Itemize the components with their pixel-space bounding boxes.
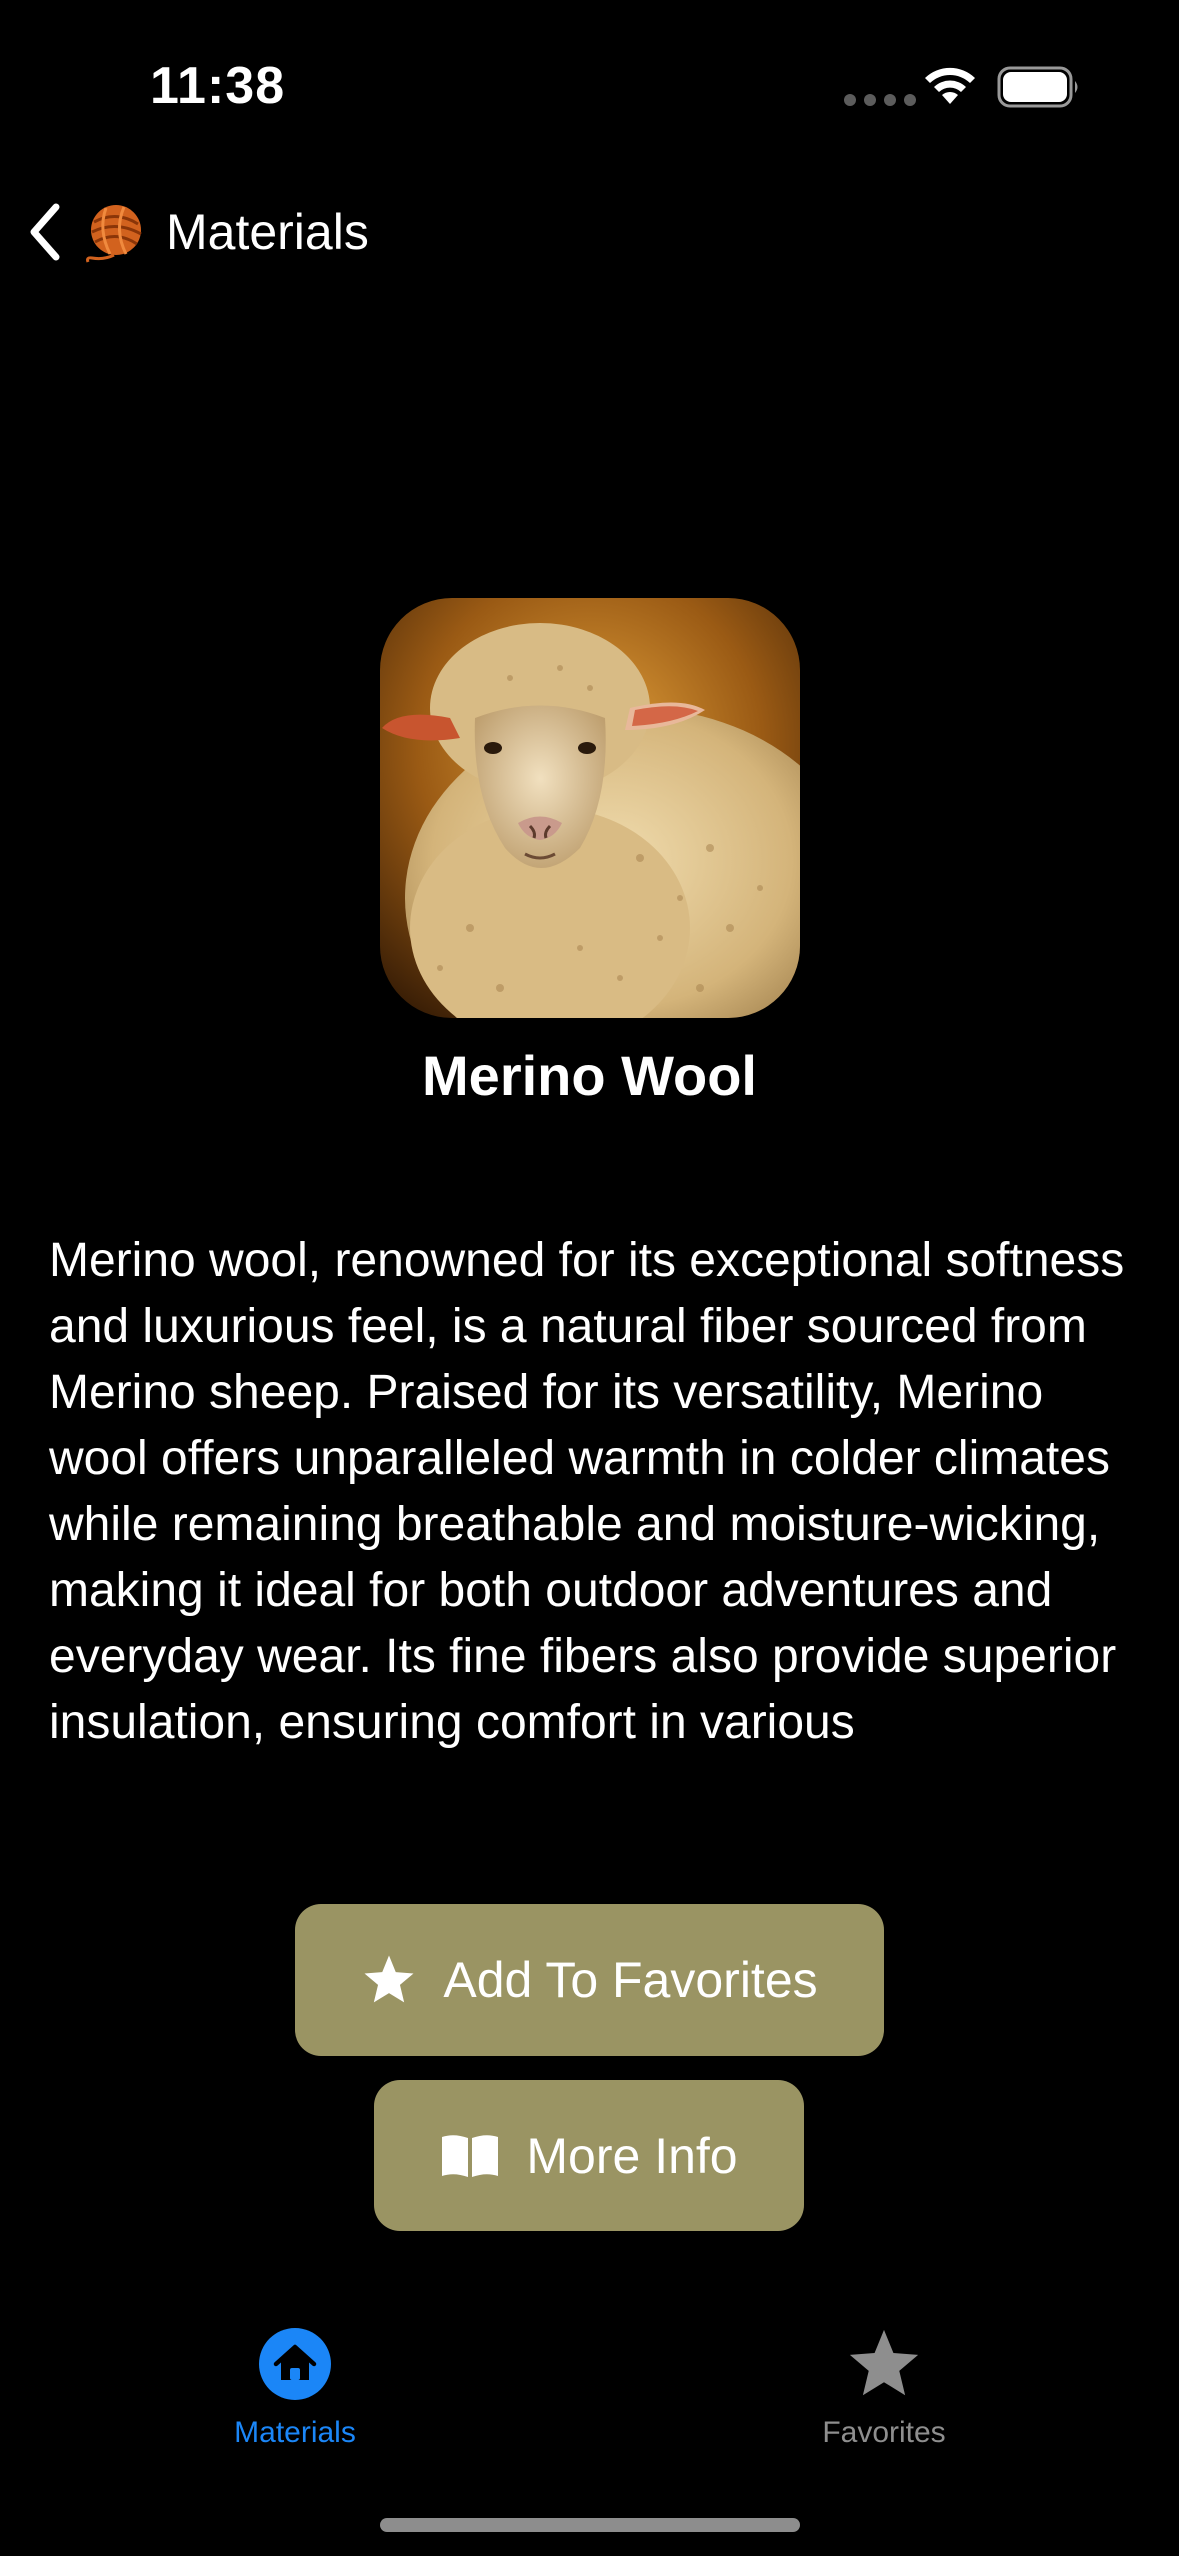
tab-favorites[interactable]: Favorites <box>734 2324 1034 2450</box>
tab-materials-label: Materials <box>234 2416 356 2449</box>
status-bar: 11:38 <box>0 0 1179 150</box>
material-image <box>380 598 800 1018</box>
book-icon <box>440 2133 500 2179</box>
add-to-favorites-label: Add To Favorites <box>443 1952 818 2008</box>
battery-icon <box>997 66 1078 108</box>
wifi-icon <box>925 67 975 104</box>
star-icon <box>844 2324 924 2404</box>
tab-materials[interactable]: Materials <box>145 2324 445 2450</box>
home-icon <box>255 2324 335 2404</box>
status-time: 11:38 <box>150 57 286 115</box>
tab-favorites-label: Favorites <box>822 2416 946 2449</box>
cellular-signal-icon <box>844 94 916 106</box>
navigation-bar: Materials <box>0 180 1179 276</box>
home-indicator <box>380 2518 800 2532</box>
more-info-label: More Info <box>526 2127 738 2184</box>
back-label: Materials <box>166 204 369 260</box>
material-description: Merino wool, renowned for its exceptiona… <box>49 1234 1125 1749</box>
material-title: Merino Wool <box>422 1044 757 1107</box>
back-button[interactable]: Materials <box>20 194 369 270</box>
add-to-favorites-button[interactable]: Add To Favorites <box>295 1904 884 2056</box>
more-info-button[interactable]: More Info <box>374 2080 804 2231</box>
tab-bar: Materials Favorites <box>0 2310 1179 2510</box>
star-icon <box>361 1952 417 2008</box>
yarn-ball-icon <box>84 200 148 264</box>
chevron-left-icon <box>20 197 70 267</box>
